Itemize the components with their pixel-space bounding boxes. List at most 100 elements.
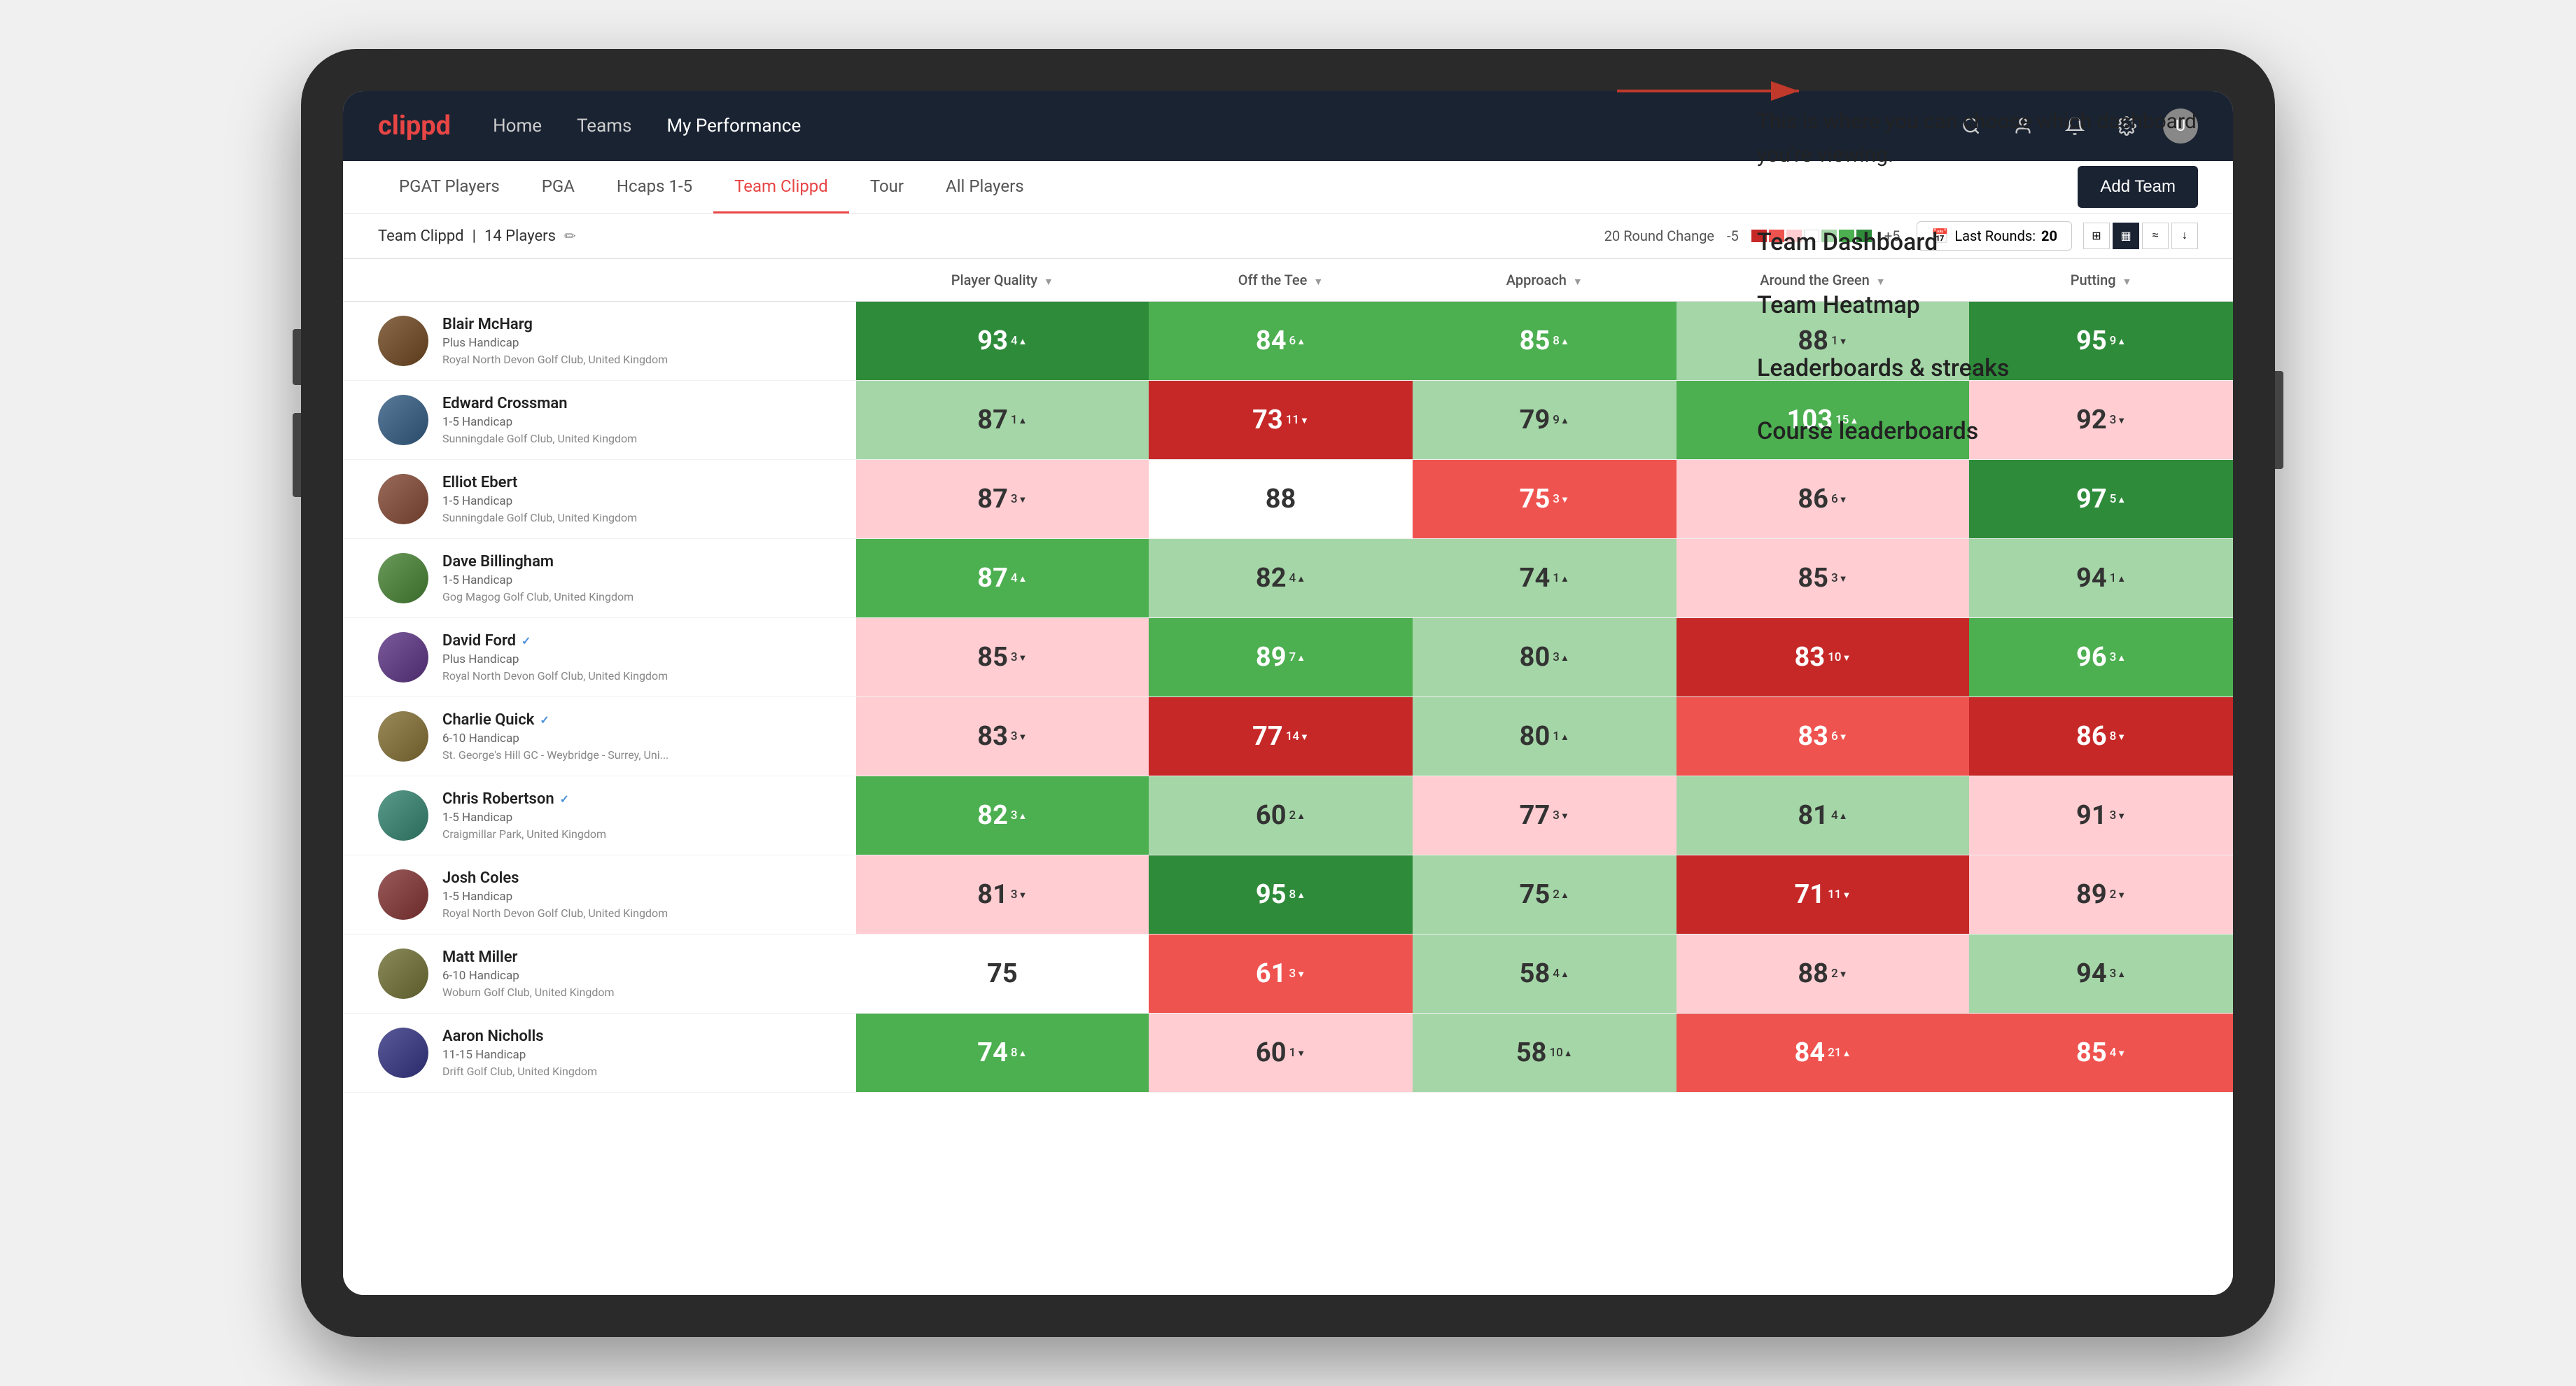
player-name: Matt Miller <box>442 948 615 966</box>
score-change: 5▲ <box>2110 492 2127 506</box>
score-value: 95 <box>1256 879 1287 910</box>
tab-pga[interactable]: PGA <box>521 161 596 214</box>
score-value: 77 <box>1252 721 1283 752</box>
score-value: 75 <box>1520 484 1550 514</box>
player-details: Aaron Nicholls 11-15 Handicap Drift Golf… <box>442 1028 597 1078</box>
nav-performance[interactable]: My Performance <box>666 115 801 136</box>
tab-hcaps[interactable]: Hcaps 1-5 <box>596 161 713 214</box>
player-handicap: 6-10 Handicap <box>442 732 668 746</box>
table-row[interactable]: Aaron Nicholls 11-15 Handicap Drift Golf… <box>343 1014 2233 1093</box>
player-avatar <box>378 711 428 762</box>
col-quality[interactable]: Player Quality ▼ <box>856 259 1149 302</box>
score-approach: 77 3▼ <box>1413 776 1676 855</box>
player-details: Chris Robertson✓ 1-5 Handicap Craigmilla… <box>442 790 606 841</box>
score-value: 75 <box>1520 879 1550 910</box>
score-approach: 80 1▲ <box>1413 697 1676 776</box>
score-box: 87 1▲ <box>856 381 1149 459</box>
score-box: 94 1▲ <box>1969 539 2233 617</box>
score-quality: 75 <box>856 934 1149 1014</box>
score-change: 7▲ <box>1289 650 1306 664</box>
score-quality: 87 1▲ <box>856 381 1149 460</box>
score-approach: 79 9▲ <box>1413 381 1676 460</box>
score-change: 3▲ <box>2110 650 2127 664</box>
edit-icon[interactable]: ✏ <box>564 227 576 244</box>
score-approach: 58 4▲ <box>1413 934 1676 1014</box>
player-club: Craigmillar Park, United Kingdom <box>442 827 606 841</box>
player-handicap: 6-10 Handicap <box>442 969 615 983</box>
score-box: 79 9▲ <box>1413 381 1676 459</box>
col-approach[interactable]: Approach ▼ <box>1413 259 1676 302</box>
player-info-cell-8: Matt Miller 6-10 Handicap Woburn Golf Cl… <box>343 934 856 1014</box>
player-club: Woburn Golf Club, United Kingdom <box>442 986 615 999</box>
score-box: 84 21▲ <box>1676 1014 1970 1092</box>
score-change: 9▲ <box>1553 413 1569 427</box>
score-box: 85 4▼ <box>1969 1014 2233 1092</box>
table-row[interactable]: Elliot Ebert 1-5 Handicap Sunningdale Go… <box>343 460 2233 539</box>
tab-tour[interactable]: Tour <box>849 161 925 214</box>
separator: | <box>472 227 476 245</box>
score-box: 86 8▼ <box>1969 697 2233 776</box>
table-row[interactable]: Charlie Quick✓ 6-10 Handicap St. George'… <box>343 697 2233 776</box>
score-approach: 58 10▲ <box>1413 1014 1676 1093</box>
score-box: 75 2▲ <box>1413 855 1676 934</box>
score-approach: 80 3▲ <box>1413 618 1676 697</box>
score-change: 3▲ <box>1553 650 1569 664</box>
player-name: Elliot Ebert <box>442 474 637 491</box>
annotation-intro: This is where you can choose which dashb… <box>1757 105 2247 172</box>
table-row[interactable]: David Ford✓ Plus Handicap Royal North De… <box>343 618 2233 697</box>
tab-team-clippd[interactable]: Team Clippd <box>713 161 849 214</box>
player-info-cell-3: Dave Billingham 1-5 Handicap Gog Magog G… <box>343 539 856 618</box>
score-value: 60 <box>1256 800 1287 831</box>
table-row[interactable]: Josh Coles 1-5 Handicap Royal North Devo… <box>343 855 2233 934</box>
player-info-cell-2: Elliot Ebert 1-5 Handicap Sunningdale Go… <box>343 460 856 539</box>
score-value: 94 <box>2076 563 2107 594</box>
score-approach: 75 3▼ <box>1413 460 1676 539</box>
table-row[interactable]: Chris Robertson✓ 1-5 Handicap Craigmilla… <box>343 776 2233 855</box>
score-box: 87 3▼ <box>856 460 1149 538</box>
score-change: 3▼ <box>1011 650 1028 664</box>
round-change-label: 20 Round Change <box>1604 227 1714 244</box>
player-club: Royal North Devon Golf Club, United King… <box>442 906 668 920</box>
score-value: 88 <box>1266 484 1296 514</box>
player-details: Dave Billingham 1-5 Handicap Gog Magog G… <box>442 553 634 603</box>
score-value: 84 <box>1256 326 1287 356</box>
player-name: Charlie Quick✓ <box>442 711 668 729</box>
score-around: 83 6▼ <box>1676 697 1970 776</box>
player-count: 14 Players <box>484 227 556 245</box>
score-value: 82 <box>1256 563 1287 594</box>
table-row[interactable]: Matt Miller 6-10 Handicap Woburn Golf Cl… <box>343 934 2233 1014</box>
player-handicap: 11-15 Handicap <box>442 1048 597 1062</box>
score-box: 74 8▲ <box>856 1014 1149 1092</box>
score-box: 75 3▼ <box>1413 460 1676 538</box>
player-club: Gog Magog Golf Club, United Kingdom <box>442 590 634 603</box>
score-quality: 85 3▼ <box>856 618 1149 697</box>
table-row[interactable]: Dave Billingham 1-5 Handicap Gog Magog G… <box>343 539 2233 618</box>
player-name: Josh Coles <box>442 869 668 887</box>
score-change: 8▲ <box>1289 888 1306 902</box>
score-box: 85 3▼ <box>856 618 1149 696</box>
score-change: 3▼ <box>1831 571 1848 585</box>
score-box: 95 8▲ <box>1149 855 1413 934</box>
player-name: Chris Robertson✓ <box>442 790 606 808</box>
tab-all-players[interactable]: All Players <box>925 161 1045 214</box>
score-value: 79 <box>1520 405 1550 435</box>
nav-teams[interactable]: Teams <box>577 115 631 136</box>
score-value: 85 <box>1520 326 1550 356</box>
verified-icon: ✓ <box>522 634 531 648</box>
score-around: 86 6▼ <box>1676 460 1970 539</box>
player-avatar <box>378 474 428 524</box>
score-value: 94 <box>2076 958 2107 989</box>
tab-pgat[interactable]: PGAT Players <box>378 161 521 214</box>
nav-home[interactable]: Home <box>493 115 542 136</box>
col-tee[interactable]: Off the Tee ▼ <box>1149 259 1413 302</box>
app-logo: clippd <box>378 111 451 141</box>
score-change: 3▲ <box>2110 967 2127 981</box>
annotation-team-dashboard: Team Dashboard <box>1757 228 2247 256</box>
score-tee: 88 <box>1149 460 1413 539</box>
score-tee: 60 1▼ <box>1149 1014 1413 1093</box>
player-avatar <box>378 790 428 841</box>
player-handicap: Plus Handicap <box>442 336 668 350</box>
score-change: 1▼ <box>1289 1046 1306 1060</box>
score-box: 81 4▲ <box>1676 776 1970 855</box>
player-avatar <box>378 948 428 999</box>
